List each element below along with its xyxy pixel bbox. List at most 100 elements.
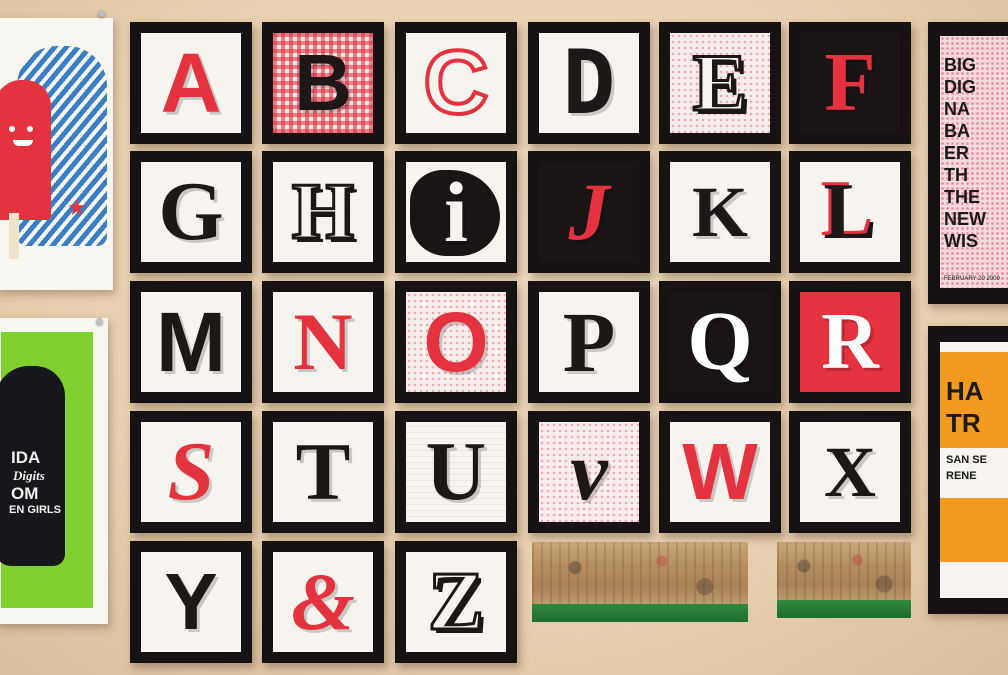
letter-frame: v: [528, 411, 650, 533]
poster-title-line: WIS: [944, 231, 978, 251]
letter-glyph: P: [562, 294, 616, 390]
letter-print: X: [800, 422, 900, 522]
pushpin: [96, 318, 103, 325]
poster-sub-2: RENE: [946, 470, 977, 482]
letter-frame: B: [262, 22, 384, 144]
letter-print: Y: [141, 552, 241, 652]
right-bottom-frame: HA TR SAN SE RENE: [928, 326, 1008, 614]
letter-print: &: [273, 552, 373, 652]
letter-frame: A: [130, 22, 252, 144]
letter-frame: H: [262, 151, 384, 273]
letter-print: S: [141, 422, 241, 522]
letter-frame: S: [130, 411, 252, 533]
poster-title-line: NA: [944, 99, 970, 119]
letter-print: A: [141, 33, 241, 133]
letter-frame: O: [395, 281, 517, 403]
popsicle-stick: [9, 213, 19, 259]
letter-glyph: E: [691, 37, 749, 128]
poster-heading-1: HA: [946, 376, 984, 406]
letter-frame: Q: [659, 281, 781, 403]
letter-glyph: D: [562, 33, 616, 133]
letter-print: E: [670, 33, 770, 133]
letter-print: i: [406, 162, 506, 262]
poster-title-lines: BIG DIG NA BA ER TH THE NEW WIS: [944, 54, 986, 252]
right-top-frame: BIG DIG NA BA ER TH THE NEW WIS FEBRUARY 20 2009: [928, 22, 1008, 304]
letter-print: H: [273, 162, 373, 262]
letter-glyph: J: [568, 166, 610, 257]
letter-glyph: W: [682, 427, 758, 516]
letter-frame: E: [659, 22, 781, 144]
letter-print: O: [406, 292, 506, 392]
letter-frame: G: [130, 151, 252, 273]
letter-glyph: Z: [426, 555, 485, 648]
letter-glyph: F: [824, 36, 876, 129]
letter-print: P: [539, 292, 639, 392]
letter-glyph: C: [422, 33, 491, 133]
letter-print: Z: [406, 552, 506, 652]
letter-frame: i: [395, 151, 517, 273]
letter-print: Q: [670, 292, 770, 392]
letter-glyph: Y: [164, 557, 218, 646]
letter-print: R: [800, 292, 900, 392]
popsicle-shape: [0, 80, 51, 220]
letter-frame: Z: [395, 541, 517, 663]
letter-frame: R: [789, 281, 911, 403]
pushpin: [98, 10, 105, 17]
letter-glyph: O: [423, 295, 489, 389]
letter-glyph: R: [821, 298, 879, 386]
letter-glyph: S: [167, 425, 215, 518]
letter-print: W: [670, 422, 770, 522]
letter-frame: J: [528, 151, 650, 273]
letter-frame: X: [789, 411, 911, 533]
poster-date: FEBRUARY 20 2009: [944, 276, 1000, 282]
letter-print: C: [406, 33, 506, 133]
letter-glyph: Q: [687, 295, 753, 388]
letter-glyph: K: [691, 172, 748, 252]
letter-print: D: [539, 33, 639, 133]
star-icon: ★: [67, 196, 87, 221]
letter-print: K: [670, 162, 770, 262]
poster-title-line: ER: [944, 143, 970, 163]
letter-print: T: [273, 422, 373, 522]
poster-line-3: OM: [11, 484, 39, 503]
letter-print: F: [800, 33, 900, 133]
letter-frame: K: [659, 151, 781, 273]
poster-heading-2: TR: [946, 408, 981, 438]
letter-glyph: U: [425, 425, 487, 518]
letter-glyph: G: [158, 165, 224, 258]
poster-title-line: DIG: [944, 77, 977, 97]
letter-glyph: X: [824, 432, 876, 512]
letter-frame: T: [262, 411, 384, 533]
letter-frame: N: [262, 281, 384, 403]
letter-glyph: M: [156, 295, 226, 389]
letter-glyph: L: [823, 168, 877, 256]
letter-glyph: B: [294, 38, 352, 127]
letter-frame: L: [789, 151, 911, 273]
letter-print: U: [406, 422, 506, 522]
squeegee-right: [777, 542, 911, 618]
monster-poster: IDA Digits OM EN GIRLS: [0, 318, 108, 624]
poster-title-line: BIG: [944, 55, 977, 75]
letter-frame: M: [130, 281, 252, 403]
letter-glyph: i: [444, 164, 468, 260]
poster-title-line: TH: [944, 165, 968, 185]
squeegee-left: [532, 542, 748, 622]
letter-print: B: [273, 33, 373, 133]
letter-print: N: [273, 292, 373, 392]
popsicle-poster: ★: [0, 18, 113, 290]
letter-glyph: v: [570, 425, 608, 518]
letter-frame: U: [395, 411, 517, 533]
poster-title-line: NEW: [944, 209, 986, 229]
letter-frame: W: [659, 411, 781, 533]
letter-frame: C: [395, 22, 517, 144]
poster-title-line: BA: [944, 121, 970, 141]
poster-line-4: EN GIRLS: [9, 504, 61, 516]
letter-print: G: [141, 162, 241, 262]
letter-print: J: [539, 162, 639, 262]
letter-print: v: [539, 422, 639, 522]
letter-glyph: H: [290, 168, 355, 256]
letter-glyph: N: [293, 296, 353, 387]
poster-line-1: IDA: [11, 448, 41, 467]
letter-frame: P: [528, 281, 650, 403]
letter-frame: &: [262, 541, 384, 663]
